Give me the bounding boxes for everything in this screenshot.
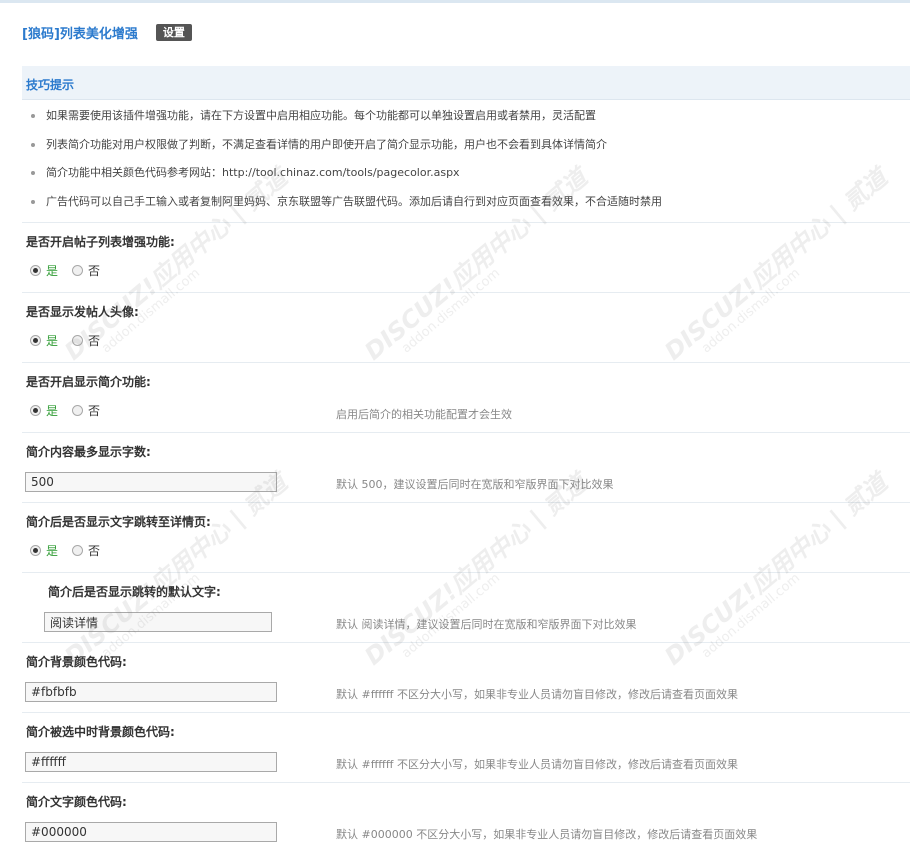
radio-yes-label[interactable]: 是	[46, 332, 58, 349]
setting-hint: 默认 阅读详情，建议设置后同时在宽版和窄版界面下对比效果	[336, 618, 637, 631]
setting-label: 是否开启帖子列表增强功能:	[26, 235, 175, 249]
setting-label: 简介后是否显示跳转的默认文字:	[48, 585, 221, 599]
setting-hint: 默认 #ffffff 不区分大小写，如果非专业人员请勿盲目修改，修改后请查看页面…	[336, 688, 738, 701]
summary-selected-bg-color-input[interactable]	[25, 752, 277, 772]
radio-no[interactable]	[72, 335, 84, 346]
tip-item: 广告代码可以自己手工输入或者复制阿里妈妈、京东联盟等广告联盟代码。添加后请自行到…	[22, 188, 910, 217]
setting-hint: 默认 #ffffff 不区分大小写，如果非专业人员请勿盲目修改，修改后请查看页面…	[336, 758, 738, 771]
setting-show-avatar: 是否显示发帖人头像: 是 否	[22, 292, 910, 362]
setting-label: 简介后是否显示文字跳转至详情页:	[26, 515, 211, 529]
summary-text-color-input[interactable]	[25, 822, 277, 842]
setting-hint: 启用后简介的相关功能配置才会生效	[336, 408, 512, 421]
radio-yes-label[interactable]: 是	[46, 262, 58, 279]
radio-yes-label[interactable]: 是	[46, 402, 58, 419]
setting-enable-summary: 是否开启显示简介功能: 是 否 启用后简介的相关功能配置才会生效	[22, 362, 910, 432]
radio-no[interactable]	[72, 405, 84, 416]
radio-no-label[interactable]: 否	[88, 402, 100, 419]
radio-no[interactable]	[72, 265, 84, 276]
setting-summary-text-color: 简介文字颜色代码: 默认 #000000 不区分大小写，如果非专业人员请勿盲目修…	[22, 782, 910, 845]
radio-yes[interactable]	[30, 335, 41, 346]
top-border	[0, 0, 910, 3]
radio-yes-label[interactable]: 是	[46, 542, 58, 559]
tip-item: 列表简介功能对用户权限做了判断，不满足查看详情的用户即使开启了简介显示功能，用户…	[22, 131, 910, 160]
radio-group: 是 否	[30, 402, 114, 419]
setting-summary-max-chars: 简介内容最多显示字数: 默认 500，建议设置后同时在宽版和窄版界面下对比效果	[22, 432, 910, 502]
radio-yes[interactable]	[30, 265, 41, 276]
tip-item: 简介功能中相关颜色代码参考网站：http://tool.chinaz.com/t…	[22, 159, 910, 188]
setting-show-jump-text: 简介后是否显示文字跳转至详情页: 是 否	[22, 502, 910, 572]
setting-summary-bg-color: 简介背景颜色代码: 默认 #ffffff 不区分大小写，如果非专业人员请勿盲目修…	[22, 642, 910, 712]
setting-jump-default-text: 简介后是否显示跳转的默认文字: 默认 阅读详情，建议设置后同时在宽版和窄版界面下…	[22, 572, 910, 642]
setting-hint: 默认 500，建议设置后同时在宽版和窄版界面下对比效果	[336, 478, 614, 491]
tip-item: 如果需要使用该插件增强功能，请在下方设置中启用相应功能。每个功能都可以单独设置启…	[22, 102, 910, 131]
radio-group: 是 否	[30, 262, 114, 279]
radio-yes[interactable]	[30, 405, 41, 416]
radio-no-label[interactable]: 否	[88, 332, 100, 349]
jump-default-text-input[interactable]	[44, 612, 272, 632]
radio-group: 是 否	[30, 542, 114, 559]
radio-no[interactable]	[72, 545, 84, 556]
setting-label: 简介文字颜色代码:	[26, 795, 127, 809]
setting-label: 简介背景颜色代码:	[26, 655, 127, 669]
page-header: [狼码]列表美化增强 设置	[22, 22, 192, 42]
summary-bg-color-input[interactable]	[25, 682, 277, 702]
setting-hint: 默认 #000000 不区分大小写，如果非专业人员请勿盲目修改，修改后请查看页面…	[336, 828, 758, 841]
tips-title: 技巧提示	[26, 78, 75, 92]
radio-no-label[interactable]: 否	[88, 542, 100, 559]
setting-label: 简介被选中时背景颜色代码:	[26, 725, 175, 739]
summary-max-chars-input[interactable]	[25, 472, 277, 492]
setting-label: 是否显示发帖人头像:	[26, 305, 139, 319]
setting-label: 是否开启显示简介功能:	[26, 375, 151, 389]
radio-group: 是 否	[30, 332, 114, 349]
plugin-title: [狼码]列表美化增强	[22, 26, 138, 42]
tips-header: 技巧提示	[22, 66, 910, 100]
setting-label: 简介内容最多显示字数:	[26, 445, 151, 459]
radio-no-label[interactable]: 否	[88, 262, 100, 279]
setting-summary-selected-bg-color: 简介被选中时背景颜色代码: 默认 #ffffff 不区分大小写，如果非专业人员请…	[22, 712, 910, 782]
setting-enable-list-enhance: 是否开启帖子列表增强功能: 是 否	[22, 222, 910, 292]
tips-list: 如果需要使用该插件增强功能，请在下方设置中启用相应功能。每个功能都可以单独设置启…	[22, 102, 910, 216]
settings-badge[interactable]: 设置	[155, 23, 192, 41]
radio-yes[interactable]	[30, 545, 41, 556]
